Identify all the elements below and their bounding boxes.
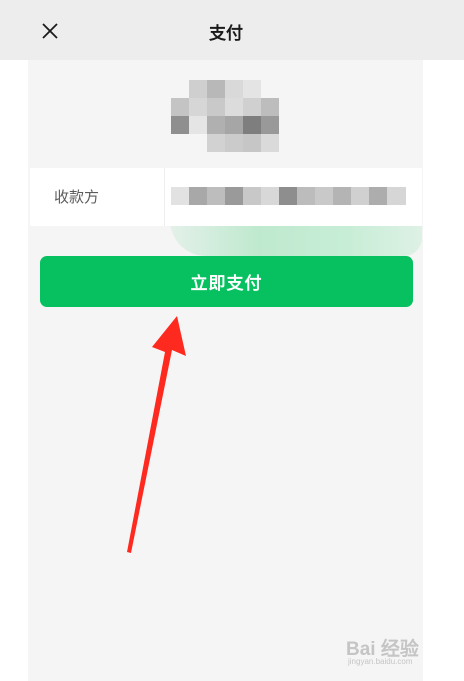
watermark: Bai 经验 jingyan.baidu.com: [346, 630, 456, 670]
watermark-url: jingyan.baidu.com: [348, 657, 413, 666]
annotation-arrow: [127, 316, 186, 553]
